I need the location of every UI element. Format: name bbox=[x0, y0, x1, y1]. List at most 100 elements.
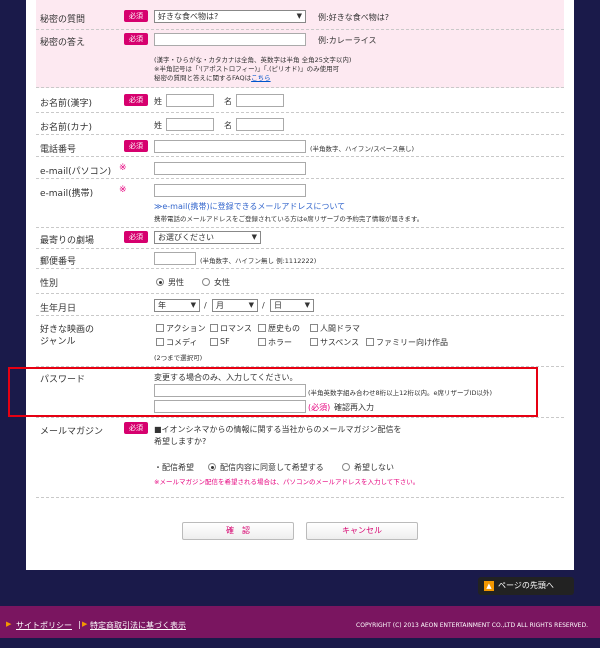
chevron-down-icon: ▼ bbox=[251, 233, 257, 241]
birth-year-value: 年 bbox=[158, 301, 166, 310]
email-mobile-row: e-mail(携帯) ※ ≫e-mail(携帯)に登録できるメールアドレスについ… bbox=[36, 179, 564, 228]
date-separator: / bbox=[204, 301, 207, 310]
newsletter-no-radio[interactable] bbox=[342, 463, 350, 471]
arrow-right-icon: ▶ bbox=[6, 620, 12, 628]
genre-label-2: ジャンル bbox=[40, 337, 76, 347]
newsletter-question-1: ■イオンシネマからの情報に関する当社からのメールマガジン配信を bbox=[154, 425, 402, 434]
chevron-down-icon: ▼ bbox=[296, 12, 302, 20]
gender-female-label: 女性 bbox=[214, 278, 230, 287]
date-separator: / bbox=[262, 301, 265, 310]
sei-label: 姓 bbox=[154, 121, 162, 130]
birthday-label: 生年月日 bbox=[40, 304, 77, 314]
genre-note: (2つまで選択可) bbox=[154, 354, 203, 362]
faq-link[interactable]: こちら bbox=[251, 74, 271, 82]
newsletter-no-label: 希望しない bbox=[354, 463, 394, 472]
genre-checkbox-history[interactable] bbox=[258, 324, 266, 332]
copyright: COPYRIGHT (C) 2013 AEON ENTERTAINMENT CO… bbox=[356, 622, 588, 629]
birth-year-select[interactable]: 年 ▼ bbox=[154, 299, 200, 312]
genre-checkbox-sf[interactable] bbox=[210, 338, 218, 346]
newsletter-prefix: ・配信希望 bbox=[154, 463, 194, 472]
chevron-down-icon: ▼ bbox=[190, 301, 196, 309]
page-top-button[interactable]: ▲ ページの先頭へ bbox=[478, 577, 574, 595]
genre-option-label: 歴史もの bbox=[268, 324, 300, 333]
gender-row: 性別 男性 女性 bbox=[36, 269, 564, 294]
genre-checkbox-suspense[interactable] bbox=[310, 338, 318, 346]
birth-month-select[interactable]: 月 ▼ bbox=[212, 299, 258, 312]
genre-option-label: サスペンス bbox=[320, 338, 360, 347]
confirm-button[interactable]: 確 認 bbox=[182, 522, 294, 540]
secret-question-select[interactable]: 好きな食べ物は? ▼ bbox=[154, 10, 306, 23]
email-pc-row: e-mail(パソコン) ※ bbox=[36, 157, 564, 179]
secret-answer-row: 秘密の答え 必須 例:カレーライス (漢字・ひらがな・カタカナは全角、英数字は半… bbox=[36, 30, 564, 88]
password-highlight-box bbox=[8, 367, 538, 417]
name-kana-label: お名前(カナ) bbox=[40, 123, 93, 133]
mei-label: 名 bbox=[224, 97, 232, 106]
asterisk-mark: ※ bbox=[119, 185, 127, 195]
genre-option-label: アクション bbox=[166, 324, 206, 333]
required-badge: 必須 bbox=[124, 10, 148, 22]
newsletter-yes-radio[interactable] bbox=[208, 463, 216, 471]
email-pc-input[interactable] bbox=[154, 162, 306, 175]
sei-label: 姓 bbox=[154, 97, 162, 106]
email-mobile-help-link[interactable]: ≫e-mail(携帯)に登録できるメールアドレスについて bbox=[154, 201, 345, 212]
required-badge: 必須 bbox=[124, 94, 148, 106]
commerce-law-link[interactable]: 特定商取引法に基づく表示 bbox=[90, 620, 186, 631]
faq-prefix: 秘密の質問と答えに関するFAQは bbox=[154, 74, 252, 82]
genre-option-label: ホラー bbox=[268, 338, 292, 347]
secret-answer-input[interactable] bbox=[154, 33, 306, 46]
genre-checkbox-family[interactable] bbox=[366, 338, 374, 346]
postal-label: 郵便番号 bbox=[40, 257, 77, 267]
gender-male-radio[interactable] bbox=[156, 278, 164, 286]
genre-option-label: SF bbox=[220, 337, 230, 346]
mei-label: 名 bbox=[224, 121, 232, 130]
footer-separator: | bbox=[78, 620, 81, 629]
genre-checkbox-romance[interactable] bbox=[210, 324, 218, 332]
page-top-label: ページの先頭へ bbox=[498, 581, 554, 590]
genre-option-label: 人間ドラマ bbox=[320, 324, 360, 333]
name-kanji-sei-input[interactable] bbox=[166, 94, 214, 107]
required-badge: 必須 bbox=[124, 422, 148, 434]
secret-answer-label: 秘密の答え bbox=[40, 38, 86, 48]
name-kanji-mei-input[interactable] bbox=[236, 94, 284, 107]
birth-day-select[interactable]: 日 ▼ bbox=[270, 299, 314, 312]
phone-note: (半角数字、ハイフン/スペース無し) bbox=[310, 145, 414, 153]
gender-female-radio[interactable] bbox=[202, 278, 210, 286]
birth-day-value: 日 bbox=[274, 301, 282, 310]
postal-input[interactable] bbox=[154, 252, 196, 265]
required-badge: 必須 bbox=[124, 140, 148, 152]
birthday-row: 生年月日 年 ▼ / 月 ▼ / 日 ▼ bbox=[36, 294, 564, 316]
email-mobile-input[interactable] bbox=[154, 184, 306, 197]
email-mobile-label: e-mail(携帯) bbox=[40, 189, 94, 199]
theater-select[interactable]: お選びください ▼ bbox=[154, 231, 261, 244]
newsletter-label: メールマガジン bbox=[40, 427, 104, 437]
footer: ▶ サイトポリシー | ▶ 特定商取引法に基づく表示 COPYRIGHT (C)… bbox=[0, 606, 600, 638]
genre-checkbox-horror[interactable] bbox=[258, 338, 266, 346]
phone-label: 電話番号 bbox=[40, 145, 77, 155]
secret-question-example: 例:好きな食べ物は? bbox=[318, 13, 389, 22]
genre-option-label: ファミリー向け作品 bbox=[376, 338, 448, 347]
birth-month-value: 月 bbox=[216, 301, 224, 310]
site-policy-link[interactable]: サイトポリシー bbox=[16, 620, 72, 631]
chevron-down-icon: ▼ bbox=[248, 301, 254, 309]
name-kana-mei-input[interactable] bbox=[236, 118, 284, 131]
genre-option-label: ロマンス bbox=[220, 324, 252, 333]
theater-label: 最寄りの劇場 bbox=[40, 236, 95, 246]
postal-note: (半角数字、ハイフン無し 例:1112222) bbox=[200, 257, 317, 265]
genre-row: 好きな映画の ジャンル アクション ロマンス 歴史もの 人間ドラマ コメディ S… bbox=[36, 316, 564, 367]
cancel-button[interactable]: キャンセル bbox=[306, 522, 418, 540]
name-kana-sei-input[interactable] bbox=[166, 118, 214, 131]
required-badge: 必須 bbox=[124, 33, 148, 45]
name-kana-row: お名前(カナ) 姓 名 bbox=[36, 113, 564, 135]
newsletter-warning: ※メールマガジン配信を希望される場合は、パソコンのメールアドレスを入力して下さい… bbox=[154, 478, 420, 486]
genre-checkbox-comedy[interactable] bbox=[156, 338, 164, 346]
name-kanji-row: お名前(漢字) 必須 姓 名 bbox=[36, 88, 564, 113]
genre-option-label: コメディ bbox=[166, 338, 198, 347]
secret-answer-example: 例:カレーライス bbox=[318, 36, 377, 45]
genre-checkbox-drama[interactable] bbox=[310, 324, 318, 332]
secret-question-label: 秘密の質問 bbox=[40, 15, 86, 25]
newsletter-yes-label: 配信内容に同意して希望する bbox=[220, 463, 324, 472]
phone-input[interactable] bbox=[154, 140, 306, 153]
email-pc-label: e-mail(パソコン) bbox=[40, 167, 112, 177]
newsletter-row: メールマガジン 必須 ■イオンシネマからの情報に関する当社からのメールマガジン配… bbox=[36, 418, 564, 498]
genre-checkbox-action[interactable] bbox=[156, 324, 164, 332]
